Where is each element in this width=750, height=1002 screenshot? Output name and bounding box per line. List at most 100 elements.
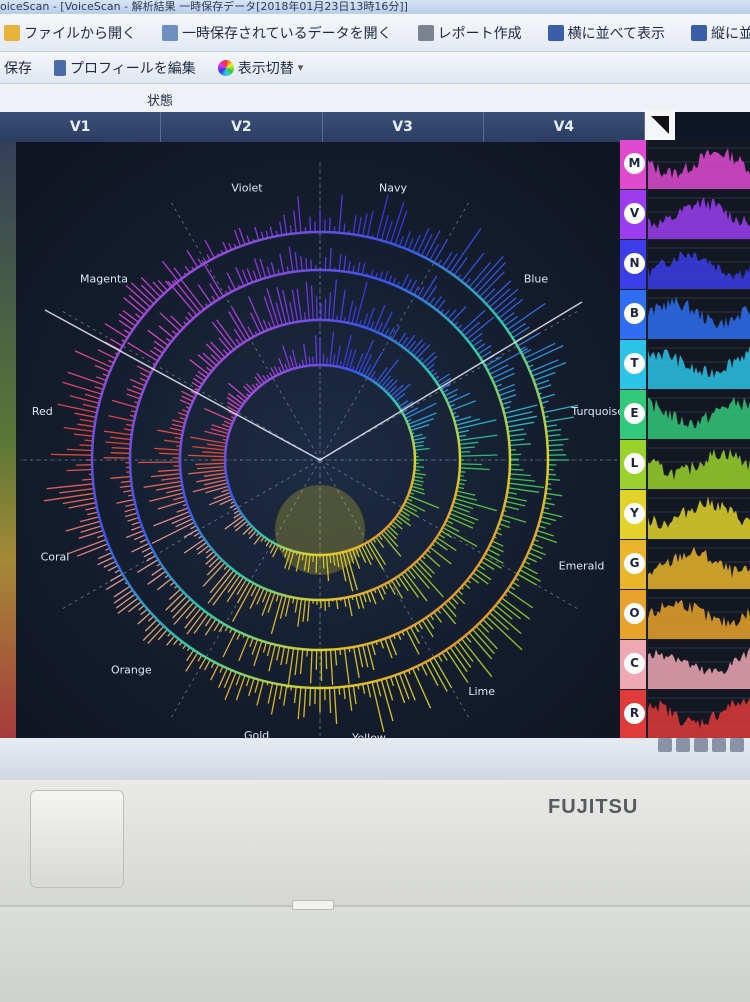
save-button[interactable]: 保存 bbox=[0, 56, 36, 80]
panel-corner-toggle[interactable] bbox=[645, 110, 675, 140]
tab-v4[interactable]: V4 bbox=[484, 112, 645, 142]
spectrum-bar bbox=[74, 434, 93, 436]
tab-v3[interactable]: V3 bbox=[323, 112, 484, 142]
tray-icon-5[interactable] bbox=[730, 738, 744, 752]
main-toolbar: ファイルから開く 一時保存されているデータを開く レポート作成 横に並べて表示 … bbox=[0, 14, 750, 52]
tab-v2[interactable]: V2 bbox=[161, 112, 322, 142]
spectrum-row: E bbox=[620, 390, 750, 439]
open-temp-data-button[interactable]: 一時保存されているデータを開く bbox=[158, 21, 396, 45]
radial-spectrum-svg: VioletNavyBlueTurquoiseEmeraldLimeYellow… bbox=[0, 142, 640, 738]
spectrum-bar bbox=[386, 222, 392, 242]
spectrum-bar bbox=[426, 662, 438, 686]
spectrum-bar bbox=[274, 367, 278, 375]
spectrum-row-letter: V bbox=[624, 203, 645, 224]
folder-icon bbox=[4, 25, 20, 41]
tile-horizontal-button[interactable]: 横に並べて表示 bbox=[544, 21, 669, 45]
spectrum-bar bbox=[499, 390, 516, 396]
spectrum-bar bbox=[132, 522, 141, 525]
spectrum-bar bbox=[141, 285, 157, 300]
spectrum-bar bbox=[381, 533, 401, 557]
spectrum-row-graph-svg bbox=[648, 190, 750, 239]
spectrum-bar bbox=[356, 282, 367, 325]
spectrum-bar bbox=[204, 473, 226, 476]
spectrum-bar bbox=[460, 447, 476, 448]
spectrum-bar bbox=[505, 501, 525, 506]
tab-v1[interactable]: V1 bbox=[0, 112, 161, 142]
spectrum-bar bbox=[397, 516, 411, 526]
spectrum-bar bbox=[125, 513, 137, 517]
spectrum-bar bbox=[443, 527, 477, 546]
spectrum-bar bbox=[295, 598, 297, 612]
spectrum-bar bbox=[353, 686, 356, 705]
radial-label: Navy bbox=[379, 182, 407, 195]
spectrum-bar bbox=[206, 554, 217, 564]
spectrum-bar bbox=[192, 447, 225, 451]
spectrum-bar bbox=[128, 518, 139, 522]
spectrum-bar bbox=[367, 592, 371, 602]
spectrum-bar bbox=[182, 396, 193, 401]
tray-icon-1[interactable] bbox=[658, 738, 672, 752]
tray-icon-4[interactable] bbox=[712, 738, 726, 752]
spectrum-bar bbox=[187, 650, 194, 661]
edit-profile-button[interactable]: プロフィールを編集 bbox=[50, 56, 200, 80]
tile-vertical-button[interactable]: 縦に並べて表示 bbox=[687, 21, 750, 45]
spectrum-row-graph-svg bbox=[648, 440, 750, 489]
spectrum-bar bbox=[360, 594, 364, 608]
spectrum-bar bbox=[268, 683, 272, 704]
spectrum-row-area bbox=[648, 600, 750, 639]
spectrum-row-graph bbox=[648, 490, 750, 539]
spectrum-bar bbox=[546, 430, 561, 432]
brand-logo: FUJITSU bbox=[548, 796, 638, 819]
spectrum-bar bbox=[308, 600, 310, 622]
spectrum-bar bbox=[203, 353, 217, 366]
spectrum-row: O bbox=[620, 590, 750, 639]
spectrum-bar bbox=[106, 578, 125, 589]
spectrum-row-letter: O bbox=[624, 603, 645, 624]
spectrum-bar bbox=[277, 646, 280, 661]
spectrum-bar bbox=[535, 380, 549, 385]
spectrum-bar bbox=[297, 289, 301, 322]
spectrum-bar bbox=[286, 647, 289, 664]
spectrum-bar bbox=[486, 553, 504, 563]
window-title: oiceScan - [VoiceScan - 解析結果 一時保存データ[201… bbox=[0, 0, 408, 13]
spectrum-bar bbox=[310, 217, 311, 233]
spectrum-bar bbox=[358, 646, 362, 667]
tray-icon-3[interactable] bbox=[694, 738, 708, 752]
spectrum-bar bbox=[358, 217, 361, 235]
spectrum-bar bbox=[290, 302, 294, 322]
spectrum-bar bbox=[124, 429, 132, 430]
spectrum-bar bbox=[222, 424, 231, 427]
spectrum-bar bbox=[140, 539, 147, 542]
spectrum-bar bbox=[430, 547, 452, 564]
spectrum-bar bbox=[460, 464, 482, 465]
report-button[interactable]: レポート作成 bbox=[414, 21, 526, 45]
spectrum-bar bbox=[441, 606, 456, 624]
spectrum-bar bbox=[406, 279, 412, 290]
spectrum-bar bbox=[303, 599, 305, 622]
spectrum-bar bbox=[337, 599, 338, 609]
spectrum-bar bbox=[413, 480, 424, 482]
spectrum-bar bbox=[367, 211, 373, 237]
spectrum-bar bbox=[427, 364, 434, 370]
spoke-line bbox=[320, 200, 470, 460]
spectrum-bar bbox=[544, 503, 555, 505]
spectrum-bar bbox=[509, 483, 544, 487]
spectrum-row-area bbox=[648, 697, 750, 739]
spectrum-bar bbox=[425, 356, 437, 367]
spectrum-bar bbox=[345, 648, 350, 684]
spectrum-bar bbox=[457, 420, 497, 429]
spectrum-bar bbox=[457, 431, 469, 433]
open-file-button[interactable]: ファイルから開く bbox=[0, 21, 140, 45]
tray-icon-2[interactable] bbox=[676, 738, 690, 752]
spectrum-row-color-tab: R bbox=[620, 690, 646, 739]
spectrum-bar bbox=[313, 357, 314, 366]
spectrum-bar bbox=[281, 647, 285, 665]
spectrum-row: R bbox=[620, 690, 750, 739]
spectrum-row-graph bbox=[648, 690, 750, 739]
spoke-line bbox=[320, 310, 580, 460]
bezel-slot bbox=[292, 900, 334, 910]
spectrum-bar bbox=[158, 501, 186, 510]
spectrum-bar bbox=[224, 421, 232, 424]
spectrum-bar bbox=[301, 649, 303, 674]
toggle-view-button[interactable]: 表示切替 ▾ bbox=[214, 56, 308, 80]
